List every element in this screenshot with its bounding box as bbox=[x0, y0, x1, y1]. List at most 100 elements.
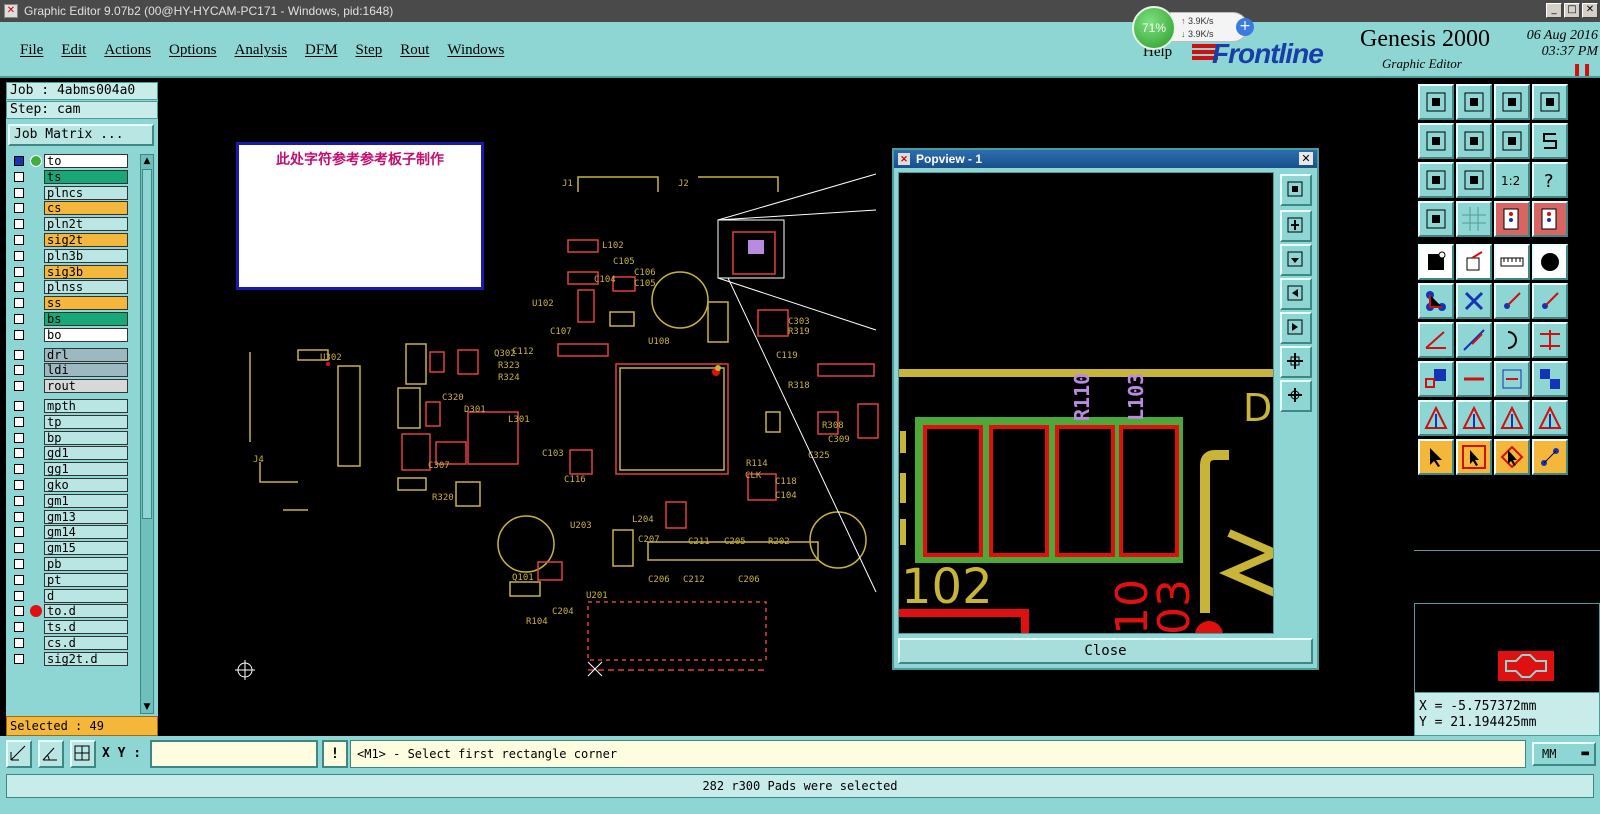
layer-row[interactable]: plncs bbox=[10, 185, 136, 201]
layer-name[interactable]: sig3b bbox=[44, 264, 128, 279]
layer-row[interactable]: rout bbox=[10, 379, 136, 394]
scroll-thumb[interactable] bbox=[142, 169, 152, 519]
rotate-tool-button[interactable] bbox=[1494, 322, 1530, 358]
layer-row[interactable]: gg1 bbox=[10, 462, 136, 477]
layer-name[interactable]: to.d bbox=[44, 604, 128, 619]
popview-pan-right-button[interactable] bbox=[1280, 312, 1312, 344]
layer-name[interactable]: mpth bbox=[44, 399, 128, 413]
layer-checkbox[interactable] bbox=[14, 432, 24, 443]
triangle4-tool-button[interactable] bbox=[1532, 400, 1568, 436]
layer-row[interactable]: gm1 bbox=[10, 493, 136, 509]
move2-tool-button[interactable] bbox=[1532, 283, 1568, 319]
layer-row[interactable]: bs bbox=[10, 312, 136, 327]
layer-checkbox[interactable] bbox=[14, 495, 24, 506]
pan-left-tool-button[interactable] bbox=[1418, 123, 1454, 159]
layer-checkbox[interactable] bbox=[14, 381, 24, 392]
layer-name[interactable]: sig2t.d bbox=[44, 651, 128, 666]
layer-name[interactable]: drl bbox=[44, 347, 128, 362]
layer-name[interactable]: ts bbox=[44, 169, 128, 184]
layer-checkbox[interactable] bbox=[14, 606, 24, 617]
popview-canvas[interactable]: R110 L103 D 102 10 03 bbox=[898, 172, 1274, 634]
layer-row[interactable]: d bbox=[10, 588, 136, 604]
connect-tool-button[interactable] bbox=[1418, 283, 1454, 319]
split-tool-button[interactable] bbox=[1532, 322, 1568, 358]
layer-row[interactable]: tp bbox=[10, 414, 136, 430]
select-net-tool-button[interactable] bbox=[1532, 439, 1568, 475]
minus-tool-button[interactable] bbox=[1456, 361, 1492, 397]
layer-row[interactable]: cs bbox=[10, 201, 136, 216]
layer-checkbox[interactable] bbox=[14, 156, 24, 166]
layer-row[interactable]: ldi bbox=[10, 363, 136, 378]
zoom-window-tool-button[interactable] bbox=[1418, 162, 1454, 198]
triangle-tool-button[interactable] bbox=[1418, 400, 1454, 436]
layer-row[interactable]: to bbox=[10, 154, 136, 169]
layer-name[interactable]: pln3b bbox=[44, 248, 128, 263]
layer-row[interactable]: bp bbox=[10, 430, 136, 446]
grid-tool-button[interactable] bbox=[1456, 201, 1492, 237]
layer-row[interactable]: drl bbox=[10, 347, 136, 363]
warning-button[interactable]: ! bbox=[322, 740, 348, 768]
layer-checkbox[interactable] bbox=[14, 187, 24, 198]
layer-name[interactable]: pt bbox=[44, 572, 128, 587]
layer-checkbox[interactable] bbox=[14, 250, 24, 261]
measure-tool-button[interactable] bbox=[1494, 244, 1530, 280]
layer-checkbox[interactable] bbox=[14, 298, 24, 309]
layer-row[interactable]: ss bbox=[10, 296, 136, 311]
popview-zoom-in-button[interactable] bbox=[1280, 174, 1312, 206]
layer-name[interactable]: sig2t bbox=[44, 233, 128, 247]
snap-tool-button[interactable] bbox=[1532, 123, 1568, 159]
menu-analysis[interactable]: Analysis bbox=[223, 42, 294, 59]
accelerate-plus-icon[interactable]: + bbox=[1236, 18, 1254, 36]
layer-name[interactable]: gm14 bbox=[44, 525, 128, 540]
layer-checkbox[interactable] bbox=[14, 543, 24, 554]
layer-copy-tool-button[interactable] bbox=[1532, 201, 1568, 237]
layer-checkbox[interactable] bbox=[14, 329, 24, 340]
layer-row[interactable]: gm14 bbox=[10, 525, 136, 540]
angle-tool-button[interactable] bbox=[1418, 322, 1454, 358]
layer-name[interactable]: pb bbox=[44, 557, 128, 571]
layer-row[interactable]: gko bbox=[10, 478, 136, 493]
layer-checkbox[interactable] bbox=[14, 622, 24, 633]
layer-row[interactable]: gm15 bbox=[10, 541, 136, 556]
layer-name[interactable]: gg1 bbox=[44, 462, 128, 477]
layer-name[interactable]: d bbox=[44, 588, 128, 603]
zoom-down-tool-button[interactable] bbox=[1456, 84, 1492, 120]
popview-pan-down-button[interactable] bbox=[1280, 244, 1312, 276]
layer-row[interactable]: sig2t bbox=[10, 233, 136, 248]
layer-name[interactable]: gm15 bbox=[44, 541, 128, 556]
group-tool-button[interactable] bbox=[1532, 361, 1568, 397]
layer-row[interactable]: mpth bbox=[10, 399, 136, 414]
layer-row[interactable]: sig2t.d bbox=[10, 651, 136, 667]
layer-name[interactable]: bs bbox=[44, 312, 128, 326]
help-tool-button[interactable]: ? bbox=[1532, 162, 1568, 198]
grid-mode-button[interactable] bbox=[70, 740, 96, 768]
layer-name[interactable]: rout bbox=[44, 379, 128, 394]
add-circle-tool-button[interactable] bbox=[1532, 244, 1568, 280]
units-select[interactable]: MM ▬ bbox=[1532, 742, 1596, 766]
slope-tool-button[interactable] bbox=[1456, 322, 1492, 358]
layer-row[interactable]: to.d bbox=[10, 604, 136, 619]
layer-checkbox[interactable] bbox=[14, 653, 24, 664]
layer-scrollbar[interactable]: ▲ ▼ bbox=[140, 154, 154, 714]
layer-checkbox[interactable] bbox=[14, 203, 24, 214]
popview-close-button[interactable]: Close bbox=[898, 638, 1313, 664]
layer-name[interactable]: bp bbox=[44, 430, 128, 445]
scale-tool-button[interactable]: 1:2 bbox=[1494, 162, 1530, 198]
scroll-up-icon[interactable]: ▲ bbox=[141, 155, 153, 167]
palette-tool-button[interactable] bbox=[1418, 201, 1454, 237]
close-window-button[interactable]: ✕ bbox=[1582, 3, 1598, 18]
layer-row[interactable]: pb bbox=[10, 557, 136, 572]
layer-row[interactable]: gd1 bbox=[10, 446, 136, 461]
layer-name[interactable]: cs bbox=[44, 201, 128, 216]
select-box-tool-button[interactable] bbox=[1456, 439, 1492, 475]
layer-row[interactable]: ts.d bbox=[10, 620, 136, 635]
menu-file[interactable]: File bbox=[8, 42, 49, 59]
layer-checkbox[interactable] bbox=[14, 480, 24, 490]
layer-row[interactable]: pln3b bbox=[10, 248, 136, 264]
zoom-center-tool-button[interactable] bbox=[1456, 162, 1492, 198]
fit-tool-button[interactable] bbox=[1532, 84, 1568, 120]
layer-row[interactable]: gm13 bbox=[10, 509, 136, 525]
network-monitor[interactable]: ↑ 3.9K/s ↓ 3.9K/s 71% + bbox=[1132, 6, 1256, 50]
layer-row[interactable]: ts bbox=[10, 169, 136, 185]
popview-title-bar[interactable]: ✕ Popview - 1 ✕ bbox=[894, 150, 1317, 168]
